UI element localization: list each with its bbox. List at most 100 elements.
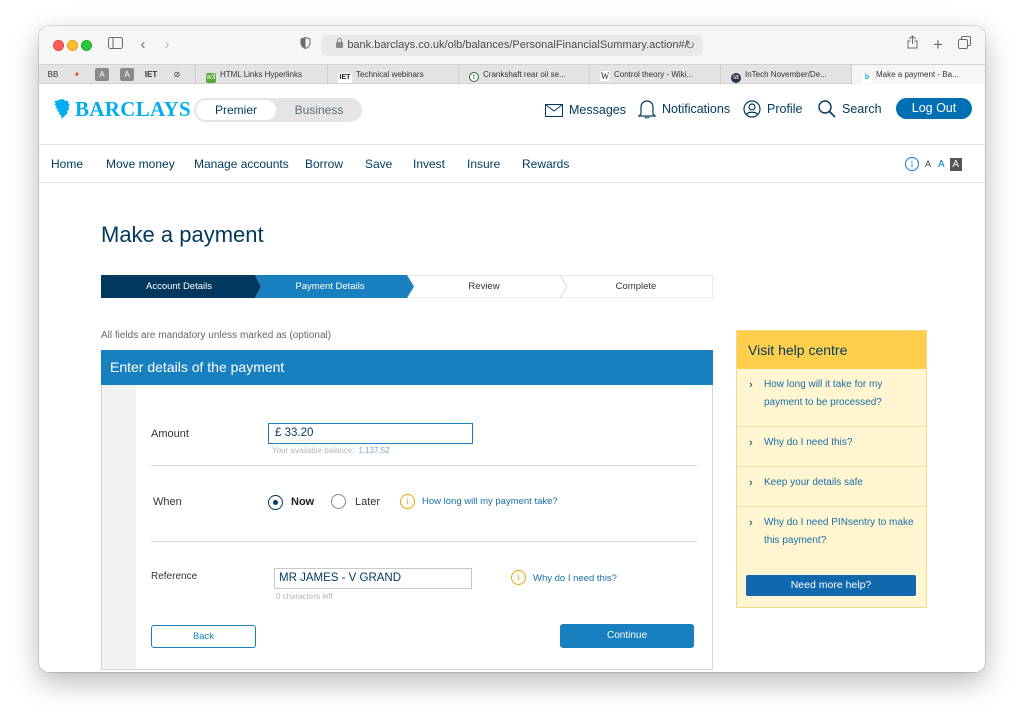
barclays-logo[interactable]: BARCLAYS: [51, 96, 191, 122]
toggle-premier[interactable]: Premier: [196, 100, 276, 120]
nav-rewards[interactable]: Rewards: [522, 157, 569, 171]
font-size-small[interactable]: A: [925, 159, 931, 169]
balance-hint: Your available balance: 1,137.52: [272, 446, 390, 455]
chevron-right-icon: ›: [749, 477, 753, 489]
tab-crankshaft[interactable]: t Crankshaft rear oil se...: [458, 65, 589, 84]
form-gutter: [102, 385, 136, 669]
new-tab-icon[interactable]: +: [931, 35, 945, 55]
amount-input[interactable]: £ 33.20: [268, 423, 473, 444]
payment-form: Amount £ 33.20 Your available balance: 1,…: [101, 385, 713, 670]
share-icon[interactable]: [905, 35, 919, 55]
intech-icon: ia: [731, 73, 741, 83]
help-item-keep-safe[interactable]: › Keep your details safe: [737, 474, 926, 507]
help-item-why-need[interactable]: › Why do I need this?: [737, 434, 926, 467]
nav-borrow[interactable]: Borrow: [305, 157, 343, 171]
progress-stepper: Account Details Payment Details Review C…: [101, 275, 713, 298]
page-content: BARCLAYS Premier Business Messages Notif…: [39, 84, 985, 672]
when-now-radio[interactable]: [268, 495, 283, 510]
help-item-pinsentry[interactable]: › Why do I need PINsentry to make this pa…: [737, 514, 926, 565]
browser-window: ‹ › bank.barclays.co.uk/olb/balances/Per…: [39, 26, 985, 672]
amount-label: Amount: [151, 428, 189, 440]
info-icon[interactable]: i: [511, 570, 526, 585]
info-icon[interactable]: i: [905, 157, 919, 171]
pinned-tab-3[interactable]: A: [95, 68, 109, 81]
tab-overview-icon[interactable]: [957, 35, 971, 55]
toggle-business[interactable]: Business: [278, 98, 360, 122]
segment-toggle[interactable]: Premier Business: [194, 98, 362, 122]
pinned-tab-1[interactable]: BB: [46, 68, 60, 81]
back-arrow-icon[interactable]: ‹: [137, 35, 149, 55]
nav-home[interactable]: Home: [51, 157, 83, 171]
need-more-help-button[interactable]: Need more help?: [746, 575, 916, 596]
when-label: When: [153, 496, 182, 508]
when-later-radio[interactable]: [331, 494, 346, 509]
tab-bar: BB ✦ A A IET ⊘ w3 HTML Links Hyperlinks I…: [39, 64, 985, 84]
close-window-button[interactable]: [53, 40, 64, 51]
minimize-window-button[interactable]: [67, 40, 78, 51]
reference-hint: 0 characters left: [276, 592, 333, 601]
continue-button[interactable]: Continue: [560, 624, 694, 648]
sidebar-icon[interactable]: [107, 35, 123, 55]
page-title: Make a payment: [101, 222, 264, 247]
search-link[interactable]: Search: [818, 100, 882, 118]
reference-input[interactable]: MR JAMES - V GRAND: [274, 568, 472, 589]
envelope-icon: [545, 103, 563, 117]
back-button[interactable]: Back: [151, 625, 256, 648]
forward-arrow-icon[interactable]: ›: [161, 35, 173, 55]
nav-invest[interactable]: Invest: [413, 157, 445, 171]
pinned-tab-5[interactable]: IET: [144, 68, 158, 81]
help-centre-title: Visit help centre: [737, 331, 926, 369]
info-icon[interactable]: i: [400, 494, 415, 509]
tab-technical-webinars[interactable]: IET Technical webinars: [327, 65, 458, 84]
main-navigation: Home Move money Manage accounts Borrow S…: [39, 144, 985, 183]
profile-icon: [743, 100, 761, 118]
payment-time-link[interactable]: How long will my payment take?: [422, 496, 558, 507]
profile-link[interactable]: Profile: [743, 100, 802, 118]
pinned-tab-2[interactable]: ✦: [70, 68, 84, 81]
zoom-window-button[interactable]: [81, 40, 92, 51]
browser-toolbar: ‹ › bank.barclays.co.uk/olb/balances/Per…: [39, 26, 985, 64]
chevron-right-icon: ›: [749, 379, 753, 391]
font-size-medium[interactable]: A: [938, 159, 945, 170]
iet-icon: IET: [338, 73, 352, 83]
font-size-large[interactable]: A: [949, 157, 962, 171]
when-now-label[interactable]: Now: [291, 496, 314, 508]
chevron-right-icon: ›: [749, 517, 753, 529]
step-payment-details: Payment Details: [295, 281, 365, 292]
url-text: bank.barclays.co.uk/olb/balances/Persona…: [347, 39, 688, 51]
pinned-tab-4[interactable]: A: [120, 68, 134, 81]
why-need-link[interactable]: Why do I need this?: [533, 573, 617, 584]
mandatory-note: All fields are mandatory unless marked a…: [101, 330, 332, 341]
divider: [151, 465, 697, 466]
site-t-icon: t: [469, 72, 479, 82]
form-heading: Enter details of the payment: [101, 350, 713, 385]
accessibility-controls: i A A A: [905, 156, 962, 172]
brand-name: BARCLAYS: [75, 96, 191, 121]
nav-insure[interactable]: Insure: [467, 157, 500, 171]
tab-html-links[interactable]: w3 HTML Links Hyperlinks: [195, 65, 327, 84]
divider: [151, 541, 697, 542]
privacy-shield-icon[interactable]: [298, 35, 312, 55]
step-account-details: Account Details: [145, 281, 212, 292]
search-icon: [818, 100, 836, 118]
chevron-right-icon: ›: [749, 437, 753, 449]
tab-make-a-payment[interactable]: b Make a payment - Ba...: [851, 65, 985, 84]
reload-icon[interactable]: ↻: [685, 35, 695, 56]
reference-label: Reference: [151, 571, 198, 582]
eagle-icon: [54, 99, 70, 119]
tab-intech[interactable]: ia InTech November/De...: [720, 65, 851, 84]
help-centre-panel: Visit help centre › How long will it take…: [736, 330, 927, 608]
step-review: Review: [468, 281, 500, 292]
nav-move-money[interactable]: Move money: [106, 157, 175, 171]
nav-save[interactable]: Save: [365, 157, 392, 171]
notifications-link[interactable]: Notifications: [638, 99, 730, 119]
pinned-tab-6[interactable]: ⊘: [170, 68, 184, 81]
available-balance: 1,137.52: [358, 446, 390, 455]
address-bar[interactable]: bank.barclays.co.uk/olb/balances/Persona…: [321, 35, 703, 56]
help-item-processing-time[interactable]: › How long will it take for my payment to…: [737, 376, 926, 427]
messages-link[interactable]: Messages: [545, 103, 626, 117]
nav-manage-accounts[interactable]: Manage accounts: [194, 157, 289, 171]
tab-control-theory[interactable]: W Control theory - Wiki...: [589, 65, 720, 84]
when-later-label[interactable]: Later: [355, 496, 380, 508]
logout-button[interactable]: Log Out: [896, 98, 972, 119]
